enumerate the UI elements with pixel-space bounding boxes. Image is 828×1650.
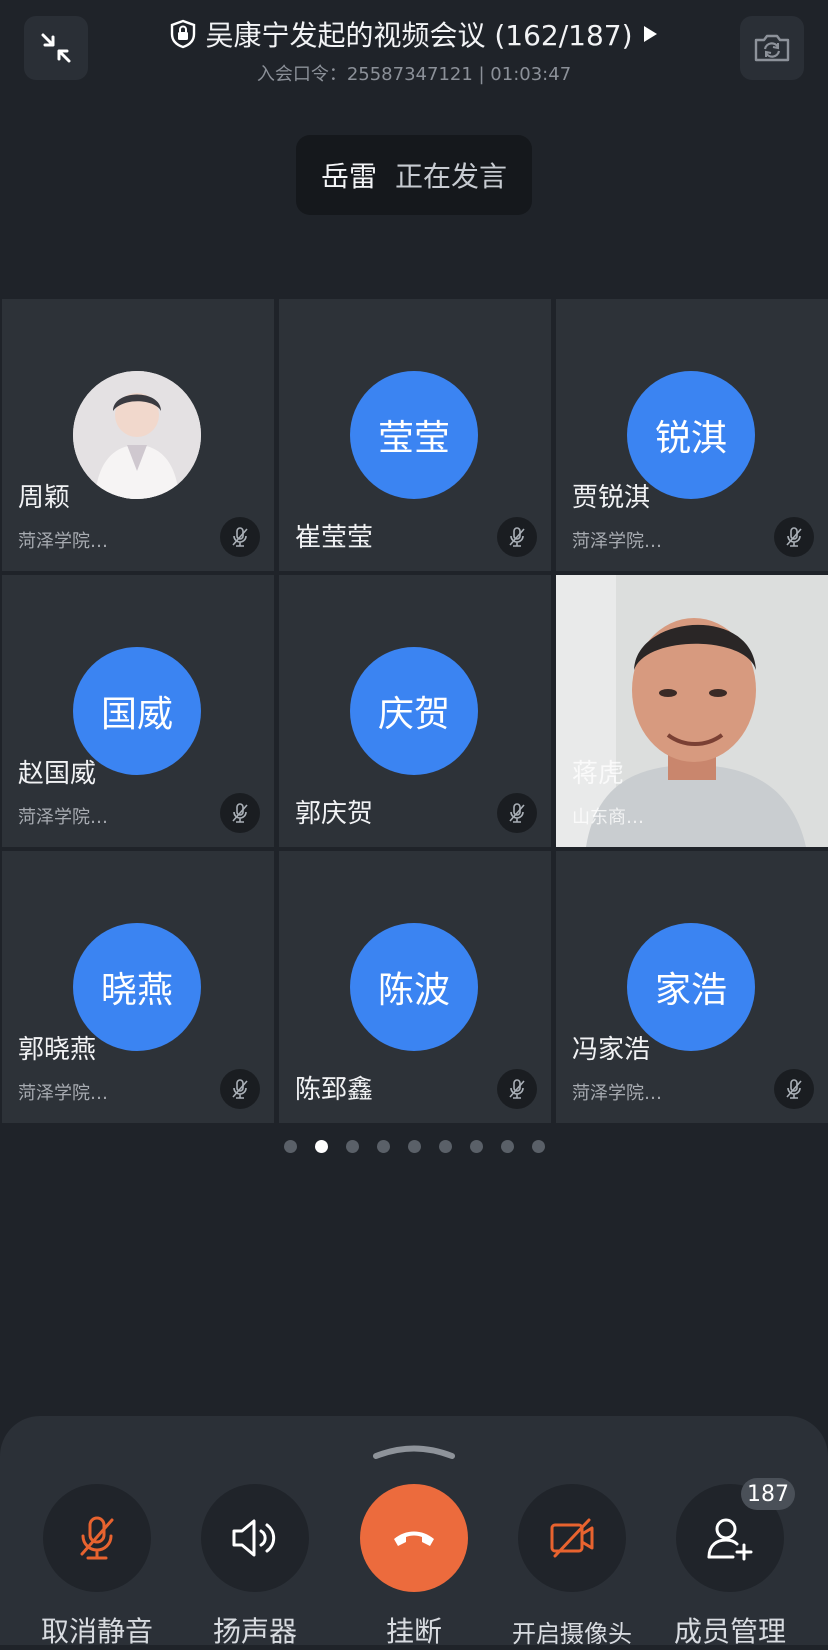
page-dot[interactable] [407, 1139, 421, 1153]
participant-org: 菏泽学院… [572, 531, 662, 552]
mic-off-icon [232, 803, 248, 823]
participant-tile[interactable]: 家浩 冯家浩 菏泽学院… [556, 851, 828, 1123]
meeting-header: 吴康宁发起的视频会议 (162/187) 入会口令：25587347121 | … [0, 14, 828, 86]
participant-tile[interactable]: 锐淇 贾锐淇 菏泽学院… [556, 299, 828, 571]
hangup-circle[interactable] [360, 1484, 468, 1592]
camera-circle[interactable] [518, 1484, 626, 1592]
speaker-circle[interactable] [201, 1484, 309, 1592]
muted-mic-indicator [497, 517, 537, 557]
mic-off-icon [232, 1079, 248, 1099]
participant-tile[interactable]: 国威 赵国威 菏泽学院… [2, 575, 274, 847]
page-dot[interactable] [438, 1139, 452, 1153]
muted-mic-indicator [774, 517, 814, 557]
camera-off-icon [550, 1518, 594, 1558]
muted-mic-indicator [497, 793, 537, 833]
participant-name: 周颖 [18, 483, 71, 513]
page-dot[interactable] [345, 1139, 359, 1153]
participant-org: 山东商… [572, 807, 644, 828]
page-dot[interactable] [469, 1139, 483, 1153]
speaker-label: 扬声器 [212, 1615, 297, 1648]
camera-switch-icon [754, 34, 790, 62]
camera-label: 开启摄像头 [512, 1620, 632, 1648]
person-photo-icon [73, 371, 201, 499]
unmute-circle[interactable] [43, 1484, 151, 1592]
participant-org: 菏泽学院… [18, 1083, 108, 1104]
participant-tile[interactable]: 莹莹 崔莹莹 [279, 299, 551, 571]
participant-name: 赵国威 [18, 759, 97, 789]
participant-name: 崔莹莹 [295, 523, 374, 553]
muted-mic-indicator [497, 1069, 537, 1109]
phone-hangup-icon [394, 1531, 434, 1546]
participant-tile[interactable]: 晓燕 郭晓燕 菏泽学院… [2, 851, 274, 1123]
participant-name: 郭晓燕 [18, 1035, 97, 1065]
hangup-button[interactable]: 挂断 [339, 1484, 489, 1650]
participant-tile[interactable]: 陈波 陈郅鑫 [279, 851, 551, 1123]
mic-off-icon [509, 803, 525, 823]
page-dot[interactable] [500, 1139, 514, 1153]
participant-org: 菏泽学院… [18, 807, 108, 828]
expand-handle-icon[interactable] [372, 1444, 456, 1460]
participant-avatar: 陈波 [350, 923, 478, 1051]
speaker-status: 正在发言 [395, 160, 508, 193]
mic-off-icon [509, 1079, 525, 1099]
member-count-badge: 187 [741, 1478, 795, 1510]
camera-button[interactable]: 开启摄像头 [497, 1484, 647, 1649]
page-dot[interactable] [376, 1139, 390, 1153]
unmute-label: 取消静音 [40, 1615, 153, 1648]
participant-name: 冯家浩 [572, 1035, 651, 1065]
mic-off-icon [80, 1516, 114, 1560]
participant-org: 菏泽学院… [572, 1083, 662, 1104]
active-speaker-banner: 岳雷 正在发言 [296, 135, 532, 215]
unmute-button[interactable]: 取消静音 [22, 1484, 172, 1650]
meeting-subtitle: 入会口令：25587347121 | 01:03:47 [256, 64, 572, 85]
participant-photo-avatar [73, 371, 201, 499]
hangup-label: 挂断 [385, 1615, 442, 1648]
muted-mic-indicator [774, 1069, 814, 1109]
bottom-toolbar: 取消静音 扬声器 挂断 开启摄像头 187 成员管理 [0, 1416, 828, 1648]
play-triangle-icon[interactable] [641, 24, 659, 44]
page-dot[interactable] [283, 1139, 297, 1153]
muted-mic-indicator [220, 793, 260, 833]
participant-name: 郭庆贺 [295, 799, 374, 829]
speaker-button[interactable]: 扬声器 [180, 1484, 330, 1650]
participant-avatar: 庆贺 [350, 647, 478, 775]
page-dot[interactable] [531, 1139, 545, 1153]
participant-avatar: 莹莹 [350, 371, 478, 499]
mic-off-icon [509, 527, 525, 547]
participant-grid: 周颖 菏泽学院… 莹莹 崔莹莹 锐淇 贾锐淇 菏泽学院… 国威 赵国威 菏泽学院… [2, 299, 828, 1124]
mic-off-icon [786, 527, 802, 547]
participant-name: 陈郅鑫 [295, 1075, 374, 1105]
meeting-title[interactable]: 吴康宁发起的视频会议 (162/187) [205, 14, 632, 54]
page-dot-active[interactable] [314, 1139, 328, 1153]
speaker-name: 岳雷 [320, 160, 377, 193]
mic-off-icon [232, 527, 248, 547]
shield-lock-icon [171, 19, 196, 49]
speaker-icon [232, 1519, 276, 1557]
participant-org: 菏泽学院… [18, 531, 108, 552]
add-member-icon [707, 1518, 753, 1561]
switch-camera-button[interactable] [740, 16, 804, 80]
participant-video-tile[interactable]: 蒋虎 山东商… [556, 575, 828, 847]
members-label: 成员管理 [673, 1615, 786, 1648]
participant-name: 贾锐淇 [572, 483, 651, 513]
participant-tile[interactable]: 周颖 菏泽学院… [2, 299, 274, 571]
members-button[interactable]: 187 成员管理 [655, 1478, 805, 1650]
page-indicator [0, 1138, 828, 1154]
participant-tile[interactable]: 庆贺 郭庆贺 [279, 575, 551, 847]
muted-mic-indicator [220, 517, 260, 557]
mic-off-icon [786, 1079, 802, 1099]
participant-name: 蒋虎 [572, 759, 625, 789]
muted-mic-indicator [220, 1069, 260, 1109]
